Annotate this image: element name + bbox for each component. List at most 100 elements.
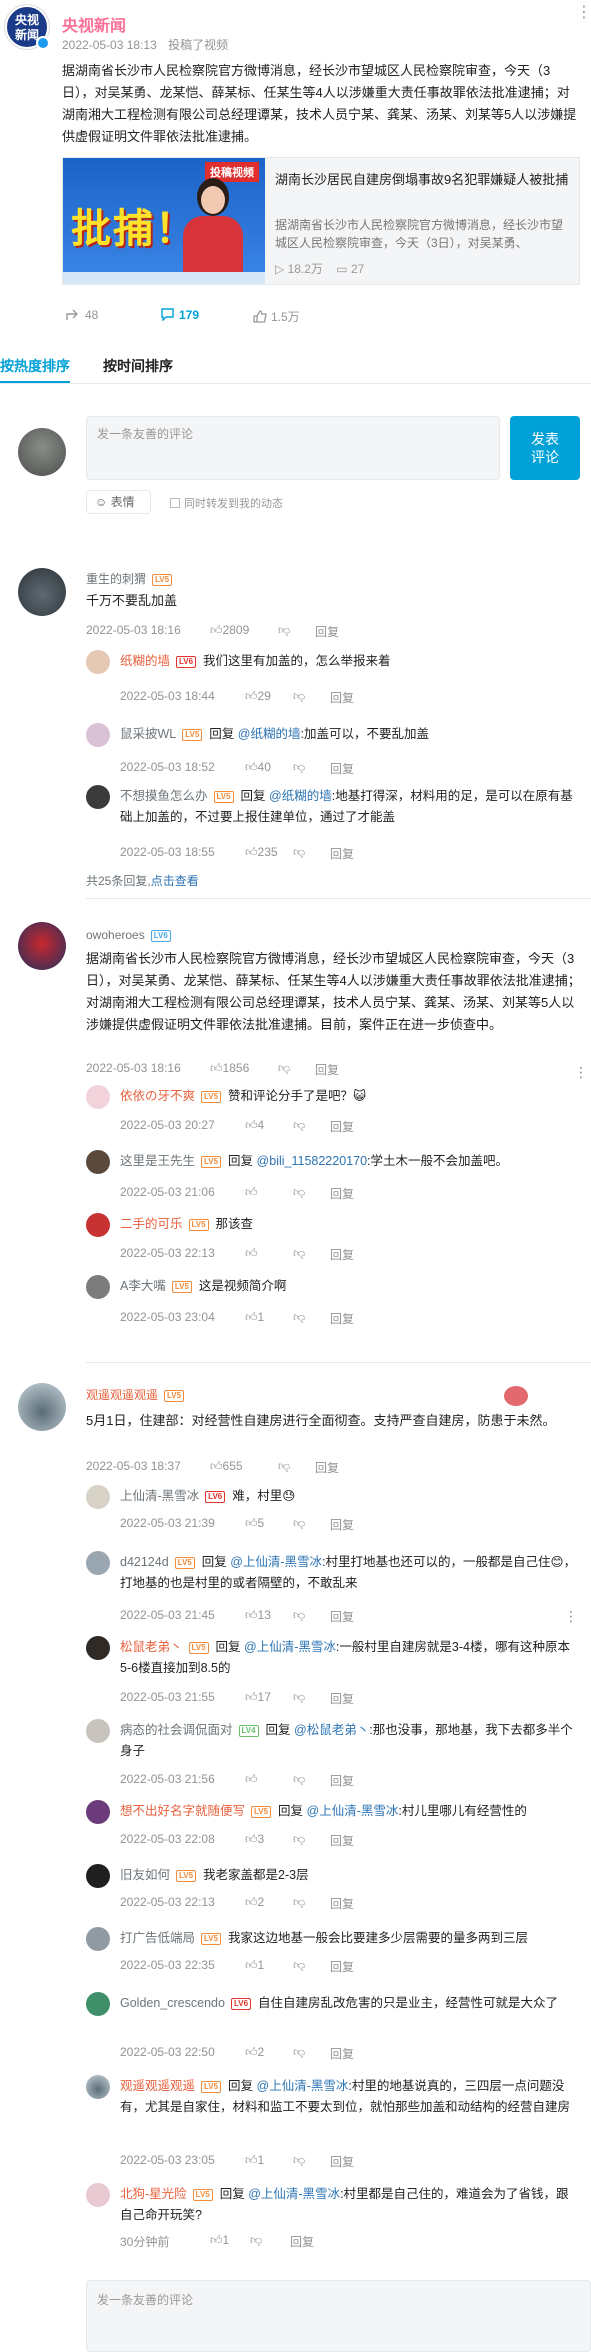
reply-mention[interactable]: @松鼠老弟丶 [294,1723,369,1737]
comment-avatar[interactable] [18,1383,66,1431]
reply-dislike-icon[interactable]: 👎︎ [293,1118,305,1133]
reply-reply-button[interactable]: 回复 [330,2045,354,2062]
reply-reply-button[interactable]: 回复 [330,1516,354,1533]
reply-user[interactable]: 不想摸鱼怎么办 [120,789,208,803]
reply-reply-button[interactable]: 回复 [330,1832,354,1849]
reply-user[interactable]: A李大嘴 [120,1279,166,1293]
reply-avatar[interactable] [86,785,110,809]
reply-user[interactable]: 想不出好名字就随便写 [120,1804,245,1818]
video-card[interactable]: 投稿视频 批捕！ 湖南长沙居民自建房倒塌事故9名犯罪嫌疑人被批捕 据湖南省长沙市… [62,157,580,285]
reply-avatar[interactable] [86,723,110,747]
comment-button[interactable]: 179 [160,308,199,322]
reply-mention[interactable]: @纸糊的墙 [238,727,301,741]
reply-avatar[interactable] [86,1085,110,1109]
reply-avatar[interactable] [86,1927,110,1951]
comment-input[interactable]: 发一条友善的评论 [86,416,500,480]
more-replies[interactable]: 共25条回复,点击查看 [86,872,199,889]
reply-avatar[interactable] [86,1551,110,1575]
reply-reply-button[interactable]: 回复 [330,1958,354,1975]
reply-dislike-icon[interactable]: 👎︎ [293,1772,305,1787]
reply-dislike-icon[interactable]: 👎︎ [293,845,305,860]
reply-mention[interactable]: @上仙清-黑雪冰 [307,1804,399,1818]
reply-avatar[interactable] [86,1864,110,1888]
reply-like[interactable]: 👍︎1 [245,1310,264,1325]
reply-dislike-icon[interactable]: 👎︎ [293,1608,305,1623]
video-title[interactable]: 湖南长沙居民自建房倒塌事故9名犯罪嫌疑人被批捕 [275,170,570,190]
reply-user[interactable]: 依依の牙不爽 [120,1089,195,1103]
comment-dislike-icon[interactable]: 👎︎ [278,1061,290,1076]
reply-mention[interactable]: @上仙清-黑雪冰 [248,2187,340,2201]
checkbox-box[interactable] [170,498,180,508]
reply-user[interactable]: 打广告低端局 [120,1931,195,1945]
comment-dislike-icon[interactable]: 👎︎ [278,623,290,638]
reply-dislike-icon[interactable]: 👎︎ [293,1832,305,1847]
reply-like[interactable]: 👍︎5 [245,1516,264,1531]
like-button[interactable]: 1.5万 [253,308,300,325]
reply-like-icon[interactable]: 👍︎ [245,1185,258,1200]
reply-mention[interactable]: @bili_11582220170 [257,1154,367,1168]
reply-dislike-icon[interactable]: 👎︎ [293,689,305,704]
reply-mention[interactable]: @上仙清-黑雪冰 [257,2079,349,2093]
comment-user-name[interactable]: 观遥观遥观遥 [86,1388,158,1402]
reply-avatar[interactable] [86,1636,110,1660]
reply-dislike-icon[interactable]: 👎︎ [293,1958,305,1973]
reply-user[interactable]: 纸糊的墙 [120,654,170,668]
comment-like[interactable]: 👍︎655 [210,1459,243,1474]
reply-reply-button[interactable]: 回复 [330,1310,354,1327]
reply-user[interactable]: 鼠采披WL [120,727,176,741]
reply-dislike-icon[interactable]: 👎︎ [293,760,305,775]
comment-user-name[interactable]: 重生的刺猬 [86,572,146,586]
reply-dislike-icon[interactable]: 👎︎ [250,2233,262,2248]
reply-like[interactable]: 👍︎2 [245,1895,264,1910]
reply-reply-button[interactable]: 回复 [330,2153,354,2170]
emoji-button[interactable]: ☺ 表情 [86,490,151,514]
reply-avatar[interactable] [86,650,110,674]
comment-dislike-icon[interactable]: 👎︎ [278,1459,290,1474]
reply-reply-button[interactable]: 回复 [330,1246,354,1263]
reply-user[interactable]: 北狗-星光险 [120,2187,187,2201]
reply-avatar[interactable] [86,1992,110,2016]
reply-dislike-icon[interactable]: 👎︎ [293,1690,305,1705]
tab-time[interactable]: 按时间排序 [103,356,173,376]
reply-avatar[interactable] [86,1719,110,1743]
reply-avatar[interactable] [86,1485,110,1509]
reply-like[interactable]: 👍︎1 [210,2233,229,2248]
submit-comment-button[interactable]: 发表评论 [510,416,580,480]
tab-hot[interactable]: 按热度排序 [0,356,70,376]
reply-reply-button[interactable]: 回复 [330,1118,354,1135]
reply-reply-button[interactable]: 回复 [330,1185,354,1202]
reply-dislike-icon[interactable]: 👎︎ [293,1516,305,1531]
reply-user[interactable]: 旧友如何 [120,1868,170,1882]
reply-like[interactable]: 👍︎17 [245,1690,271,1705]
reply-like[interactable]: 👍︎3 [245,1832,264,1847]
reply-dislike-icon[interactable]: 👎︎ [293,1895,305,1910]
reply-dislike-icon[interactable]: 👎︎ [293,1310,305,1325]
comment-like[interactable]: 👍︎1856 [210,1061,249,1076]
comment-reply-button[interactable]: 回复 [315,1459,339,1476]
reply-user[interactable]: 这里是王先生 [120,1154,195,1168]
reply-reply-button[interactable]: 回复 [330,760,354,777]
reply-avatar[interactable] [86,1213,110,1237]
comment-user[interactable]: 观遥观遥观遥 LV5 [86,1386,185,1403]
comment-like[interactable]: 👍︎2809 [210,623,249,638]
reply-mention[interactable]: @纸糊的墙 [269,789,332,803]
reply-user[interactable]: 上仙清-黑雪冰 [120,1489,199,1503]
reply-dislike-icon[interactable]: 👎︎ [293,2153,305,2168]
reply-like[interactable]: 👍︎2 [245,2045,264,2060]
reply-user[interactable]: Golden_crescendo [120,1996,225,2010]
forward-button[interactable]: 48 [66,308,98,322]
reply-like[interactable]: 👍︎13 [245,1608,271,1623]
reply-reply-button[interactable]: 回复 [330,845,354,862]
comment-user-name[interactable]: owoheroes [86,928,145,942]
account-name[interactable]: 央视新闻 [62,12,126,36]
comment-user[interactable]: 重生的刺猬 LV5 [86,570,173,587]
reply-user[interactable]: 二手的可乐 [120,1217,183,1231]
sync-forward-checkbox[interactable]: 同时转发到我的动态 [170,495,283,511]
reply-avatar[interactable] [86,2183,110,2207]
comment-reply-button[interactable]: 回复 [315,1061,339,1078]
reply-mention[interactable]: @上仙清-黑雪冰 [244,1640,336,1654]
reply-like[interactable]: 👍︎4 [245,1118,264,1133]
comment-avatar[interactable] [18,922,66,970]
reply-more-icon[interactable]: ⋮ [564,1608,578,1625]
reply-dislike-icon[interactable]: 👎︎ [293,1185,305,1200]
